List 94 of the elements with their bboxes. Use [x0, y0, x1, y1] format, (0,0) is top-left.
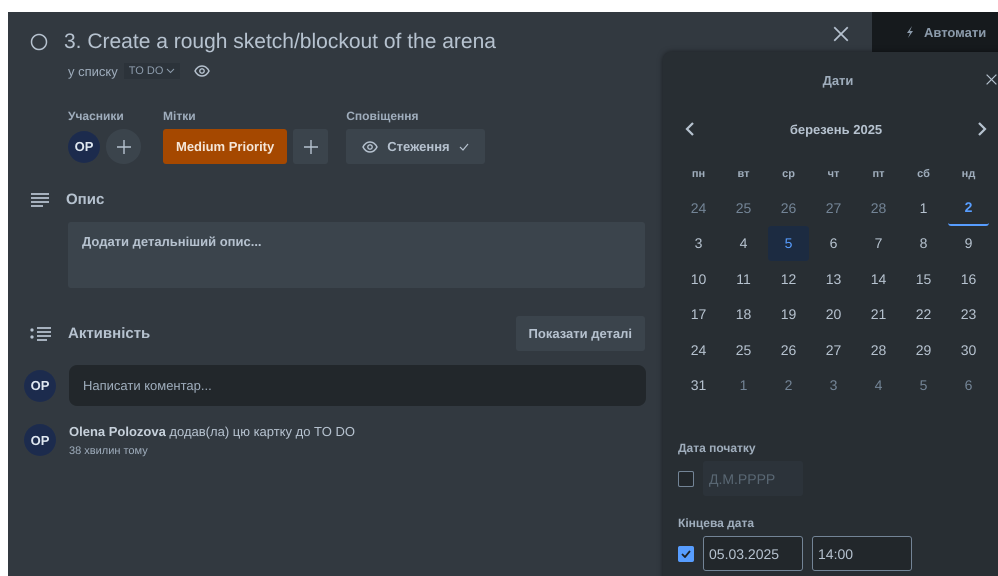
description-heading: Опис [66, 191, 104, 208]
card-title: 3. Create a rough sketch/blockout of the arena [64, 30, 496, 54]
calendar-day[interactable]: 9 [948, 226, 989, 261]
calendar-day[interactable]: 2 [948, 190, 989, 226]
due-date-label: Кінцева дата [678, 516, 756, 530]
user-avatar: OP [24, 424, 56, 456]
description-field[interactable]: Додати детальніший опис... [68, 222, 645, 288]
description-icon [30, 192, 50, 208]
watch-button[interactable]: Стеження [346, 129, 485, 164]
eye-icon [194, 65, 210, 77]
weekday-label: ср [781, 167, 796, 182]
list-prefix: у списку [68, 64, 118, 78]
calendar-day[interactable]: 1 [903, 190, 944, 226]
calendar-day[interactable]: 21 [858, 296, 899, 332]
user-avatar: OP [24, 370, 56, 402]
calendar-day[interactable]: 28 [858, 332, 899, 368]
activity-time: 38 хвилин тому [69, 445, 149, 457]
show-details-button[interactable]: Показати деталі [516, 316, 645, 351]
activity-heading: Активність [68, 325, 150, 342]
calendar-day[interactable]: 16 [948, 261, 989, 296]
calendar-day[interactable]: 13 [813, 261, 854, 296]
calendar-day[interactable]: 5 [903, 368, 944, 403]
calendar-day[interactable]: 24 [678, 332, 719, 368]
checkbox[interactable] [678, 470, 694, 486]
check-icon [458, 142, 469, 150]
calendar-day[interactable]: 12 [768, 261, 809, 296]
calendar-day[interactable]: 23 [948, 296, 989, 332]
activity-text: Olena Polozova додав(ла) цю картку до TO DO [69, 424, 355, 439]
calendar-day[interactable]: 25 [723, 332, 764, 368]
calendar-day[interactable]: 22 [903, 296, 944, 332]
weekday-label: чт [826, 167, 840, 182]
calendar-day[interactable]: 24 [678, 190, 719, 226]
members-label: Учасники [68, 109, 125, 123]
plus-icon [302, 138, 319, 154]
labels-label: Мітки [163, 109, 197, 123]
calendar-day[interactable]: 1 [723, 368, 764, 403]
weekday-label: пт [871, 167, 886, 182]
calendar-day[interactable]: 4 [858, 368, 899, 403]
calendar-day[interactable]: 30 [948, 332, 989, 368]
chevron-left-icon [685, 122, 695, 136]
calendar-day[interactable]: 2 [768, 368, 809, 403]
due-date-field[interactable]: 05.03.2025 [703, 536, 803, 571]
chevron-down-icon [166, 68, 176, 74]
member-avatar[interactable]: OP [68, 130, 100, 162]
check-icon [681, 550, 691, 558]
calendar-day[interactable]: 6 [813, 226, 854, 261]
calendar-day[interactable]: 18 [723, 296, 764, 332]
calendar-day[interactable]: 25 [723, 190, 764, 226]
automation-button[interactable]: Автомати [872, 12, 998, 52]
calendar-day[interactable]: 15 [903, 261, 944, 296]
plus-icon [116, 138, 132, 154]
calendar-day[interactable]: 19 [768, 296, 809, 332]
calendar-day[interactable]: 28 [858, 190, 899, 226]
calendar-day[interactable]: 5 [768, 226, 809, 261]
weekday-label: вт [736, 167, 750, 182]
calendar-day[interactable]: 27 [813, 190, 854, 226]
close-icon[interactable] [985, 73, 998, 86]
notifications-label: Сповіщення [346, 109, 420, 123]
calendar-day[interactable]: 26 [768, 190, 809, 226]
activity-icon [30, 326, 52, 342]
calendar-day[interactable]: 3 [678, 226, 719, 261]
calendar-day[interactable]: 17 [678, 296, 719, 332]
calendar-day[interactable]: 26 [768, 332, 809, 368]
calendar-day[interactable]: 7 [858, 226, 899, 261]
complete-circle-icon[interactable] [30, 33, 48, 51]
due-time-field[interactable]: 14:00 [812, 536, 912, 571]
start-date-label: Дата початку [678, 441, 757, 455]
calendar-day[interactable]: 6 [948, 368, 989, 403]
calendar-day[interactable]: 10 [678, 261, 719, 296]
calendar-day[interactable]: 8 [903, 226, 944, 261]
list-dropdown[interactable]: TO DO [124, 63, 180, 79]
checkbox[interactable] [678, 546, 694, 562]
add-label-button[interactable] [293, 129, 328, 164]
label-tag[interactable]: Medium Priority [163, 129, 288, 164]
comment-field[interactable]: Написати коментар... [69, 365, 646, 406]
add-member-button[interactable] [106, 129, 141, 164]
weekday-label: сб [916, 167, 931, 182]
calendar-day[interactable]: 3 [813, 368, 854, 403]
calendar-day[interactable]: 29 [903, 332, 944, 368]
popover-title: Дати [822, 72, 854, 88]
calendar-day[interactable]: 14 [858, 261, 899, 296]
calendar-day[interactable]: 31 [678, 368, 719, 403]
eye-icon [362, 140, 378, 152]
calendar-day[interactable]: 11 [723, 261, 764, 296]
calendar-day[interactable]: 4 [723, 226, 764, 261]
month-title: березень 2025 [790, 122, 882, 136]
start-date-field[interactable]: Д.М.РРРР [703, 461, 803, 496]
chevron-right-icon [976, 122, 987, 136]
weekday-label: пн [690, 167, 706, 182]
calendar-day[interactable]: 27 [813, 332, 854, 368]
close-icon[interactable] [832, 25, 850, 43]
weekday-label: нд [960, 167, 976, 182]
lightning-icon [906, 26, 914, 38]
calendar-day[interactable]: 20 [813, 296, 854, 332]
